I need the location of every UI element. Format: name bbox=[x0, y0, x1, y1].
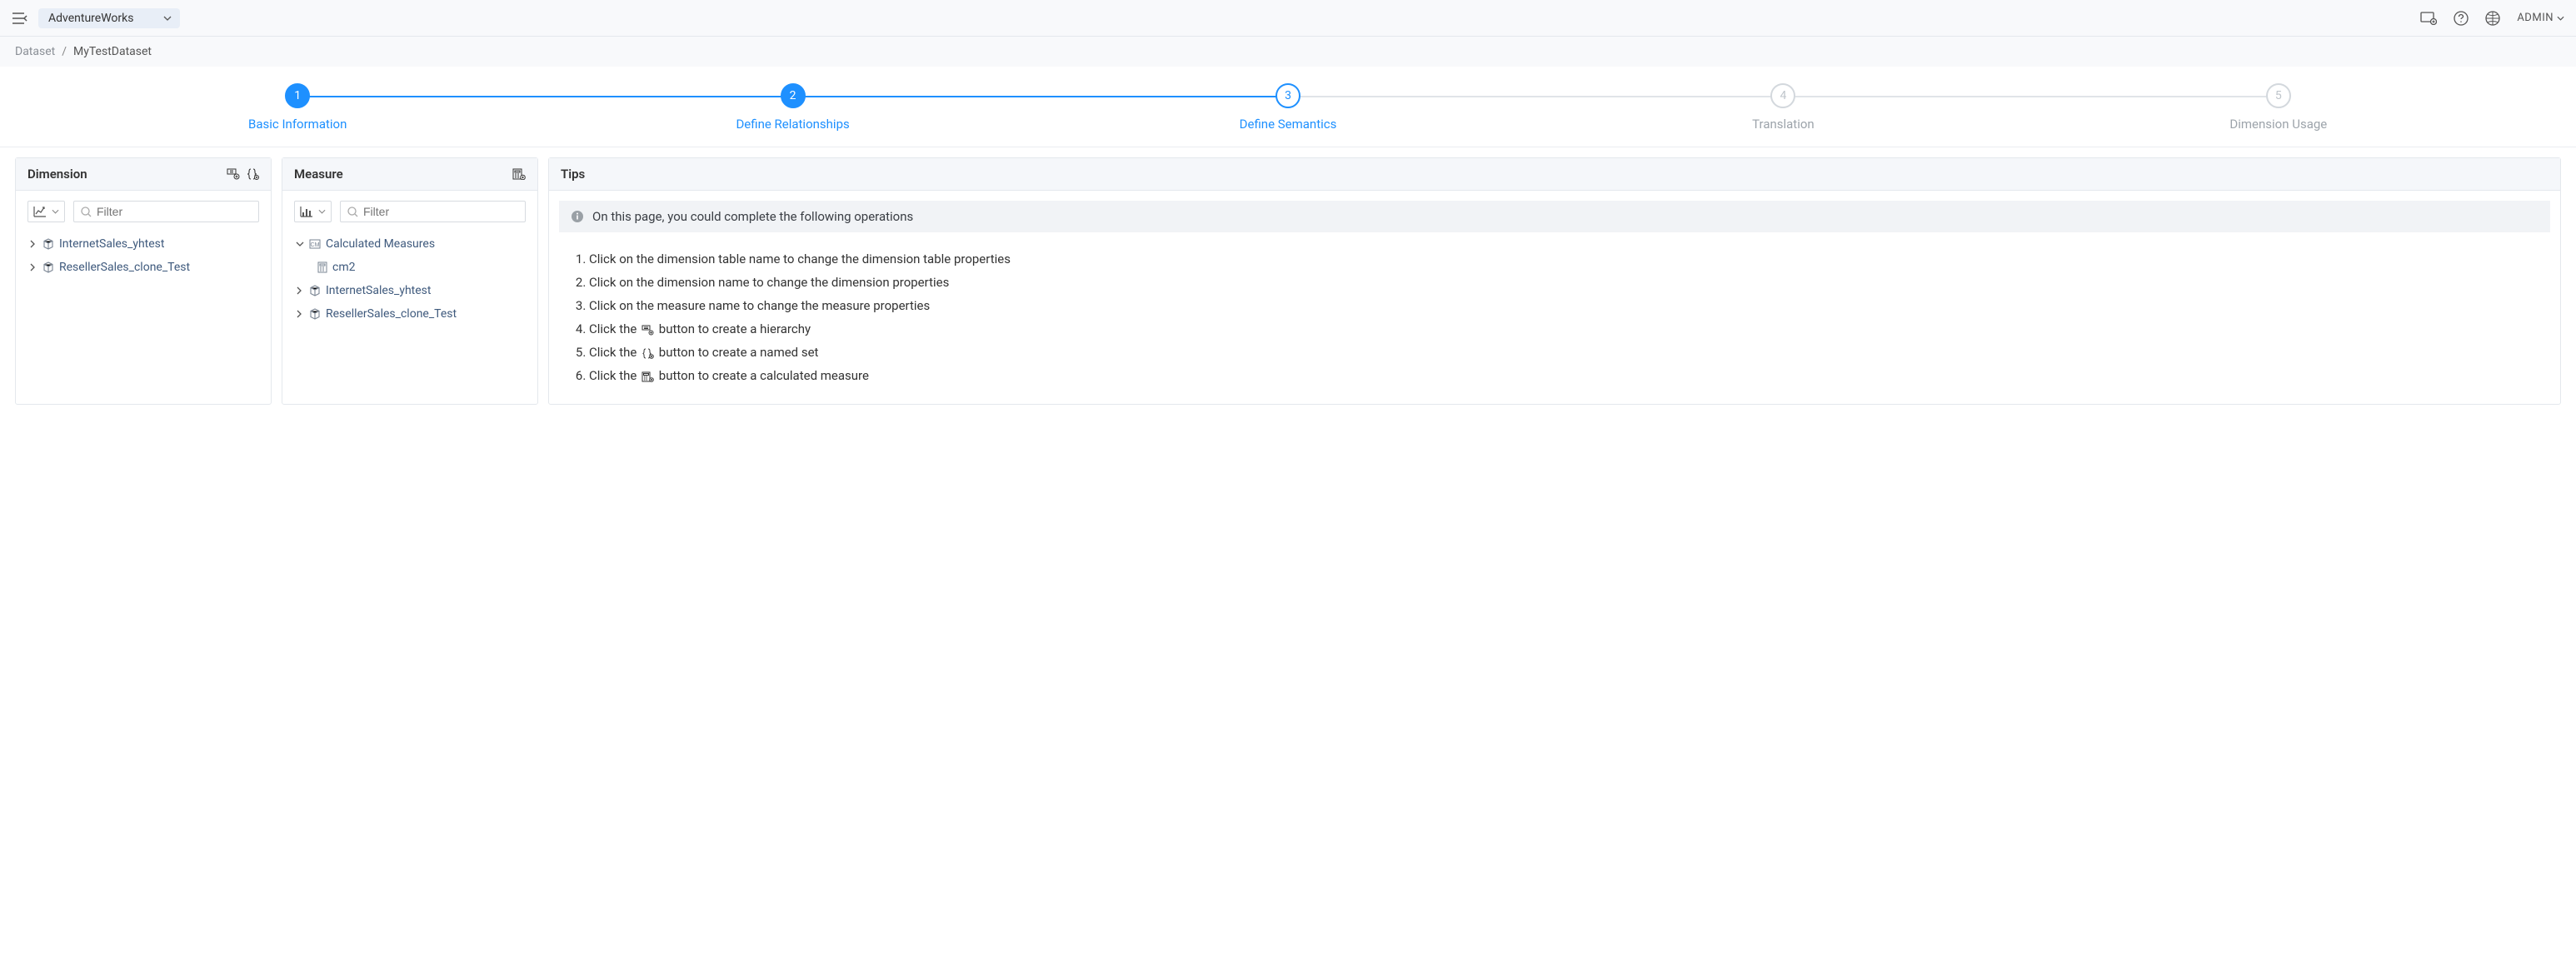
chevron-down-icon bbox=[2557, 16, 2564, 21]
caret-right-icon bbox=[296, 286, 304, 295]
tips-list-item: Click on the dimension table name to cha… bbox=[589, 247, 2537, 271]
tree-item-label: InternetSales_yhtest bbox=[326, 284, 431, 297]
menu-toggle-button[interactable] bbox=[12, 10, 28, 27]
dimension-type-select[interactable] bbox=[27, 201, 65, 222]
breadcrumb-root[interactable]: Dataset bbox=[15, 45, 55, 58]
project-name: AdventureWorks bbox=[48, 12, 133, 25]
step-number: 3 bbox=[1276, 83, 1300, 108]
dimension-panel-header: Dimension bbox=[16, 158, 271, 191]
breadcrumb-current: MyTestDataset bbox=[73, 45, 152, 58]
chevron-down-icon bbox=[163, 16, 172, 21]
user-menu[interactable]: ADMIN bbox=[2517, 12, 2564, 24]
tree-item-label: ResellerSales_clone_Test bbox=[59, 261, 190, 274]
measure-tree-item[interactable]: InternetSales_yhtest bbox=[294, 279, 526, 302]
svg-text:CM: CM bbox=[311, 242, 320, 248]
tips-list-item: Click on the dimension name to change th… bbox=[589, 271, 2537, 294]
cube-icon bbox=[42, 261, 54, 273]
steps-nav: 1 Basic Information 2 Define Relationships 3… bbox=[0, 67, 2576, 147]
tips-list-item: Click the button to create a hierarchy bbox=[589, 317, 2537, 341]
step-3[interactable]: 3 Define Semantics bbox=[1041, 83, 1535, 132]
calcmeasure-icon bbox=[642, 371, 654, 382]
breadcrumb-separator: / bbox=[62, 45, 67, 58]
measure-tree: CM Calculated Measures cm2 InternetSales_yh… bbox=[294, 232, 526, 326]
tips-list: Click on the dimension table name to cha… bbox=[549, 242, 2560, 404]
tips-list-item: Click the button to create a named set bbox=[589, 341, 2537, 364]
dimension-filter[interactable] bbox=[73, 201, 259, 222]
tree-item-label: ResellerSales_clone_Test bbox=[326, 307, 457, 321]
step-number: 4 bbox=[1770, 83, 1795, 108]
dimension-title: Dimension bbox=[27, 167, 87, 182]
tips-list-item: Click on the measure name to change the … bbox=[589, 294, 2537, 317]
dimension-filter-input[interactable] bbox=[97, 205, 252, 218]
step-label: Basic Information bbox=[248, 117, 347, 132]
project-select[interactable]: AdventureWorks bbox=[38, 8, 180, 28]
bar-chart-icon bbox=[300, 206, 313, 217]
dimension-tree: InternetSales_yhtest ResellerSales_clone_… bbox=[27, 232, 259, 279]
cube-icon bbox=[309, 308, 321, 320]
step-1[interactable]: 1 Basic Information bbox=[50, 83, 545, 132]
topbar-right: ADMIN bbox=[2420, 11, 2564, 26]
caret-right-icon bbox=[29, 263, 37, 271]
search-icon bbox=[347, 207, 358, 217]
info-icon bbox=[571, 210, 584, 223]
tips-banner: On this page, you could complete the fol… bbox=[559, 201, 2550, 232]
caret-down-icon bbox=[296, 241, 304, 247]
step-number: 2 bbox=[781, 83, 806, 108]
create-hierarchy-button[interactable] bbox=[227, 168, 240, 180]
caret-right-icon bbox=[29, 240, 37, 248]
step-label: Define Relationships bbox=[736, 117, 849, 132]
hierarchy-icon bbox=[642, 325, 654, 336]
step-number: 5 bbox=[2266, 83, 2291, 108]
step-label: Dimension Usage bbox=[2229, 117, 2327, 132]
measure-filter-input[interactable] bbox=[363, 205, 518, 218]
tips-title: Tips bbox=[561, 167, 585, 182]
tips-panel-header: Tips bbox=[549, 158, 2560, 191]
measure-filter[interactable] bbox=[340, 201, 526, 222]
cm-group-icon: CM bbox=[309, 239, 321, 249]
calculator-icon bbox=[317, 261, 327, 273]
tree-item-label: InternetSales_yhtest bbox=[59, 237, 164, 251]
caret-right-icon bbox=[296, 310, 304, 318]
dimension-panel: Dimension Internet bbox=[15, 157, 272, 405]
content-area: Dimension Internet bbox=[0, 147, 2576, 415]
measure-title: Measure bbox=[294, 167, 343, 182]
line-chart-icon bbox=[33, 206, 47, 217]
create-calcmeasure-button[interactable] bbox=[512, 168, 526, 180]
help-icon[interactable] bbox=[2454, 11, 2469, 26]
diagnostic-icon[interactable] bbox=[2420, 12, 2437, 25]
step-number: 1 bbox=[285, 83, 310, 108]
create-namedset-button[interactable] bbox=[247, 168, 259, 180]
step-5[interactable]: 5 Dimension Usage bbox=[2031, 83, 2526, 132]
tree-item-label: cm2 bbox=[332, 261, 355, 274]
measure-panel-header: Measure bbox=[282, 158, 537, 191]
cube-icon bbox=[42, 238, 54, 250]
step-4[interactable]: 4 Translation bbox=[1535, 83, 2030, 132]
tree-item-label: Calculated Measures bbox=[326, 237, 435, 251]
breadcrumb: Dataset / MyTestDataset bbox=[0, 37, 2576, 67]
chevron-down-icon bbox=[52, 209, 59, 214]
topbar: AdventureWorks ADMIN bbox=[0, 0, 2576, 37]
cube-icon bbox=[309, 285, 321, 296]
step-label: Translation bbox=[1752, 117, 1815, 132]
measure-type-select[interactable] bbox=[294, 201, 332, 222]
step-2[interactable]: 2 Define Relationships bbox=[545, 83, 1040, 132]
dimension-tree-item[interactable]: InternetSales_yhtest bbox=[27, 232, 259, 256]
tips-list-item: Click the button to create a calculated … bbox=[589, 364, 2537, 387]
tips-banner-text: On this page, you could complete the fol… bbox=[592, 209, 913, 224]
calculated-measures-group[interactable]: CM Calculated Measures bbox=[294, 232, 526, 256]
globe-icon[interactable] bbox=[2485, 11, 2500, 26]
namedset-icon bbox=[642, 348, 654, 359]
tips-panel: Tips On this page, you could complete th… bbox=[548, 157, 2561, 405]
measure-panel: Measure CM Calculated Measures cm2 Internet… bbox=[282, 157, 538, 405]
search-icon bbox=[81, 207, 92, 217]
chevron-down-icon bbox=[318, 209, 326, 214]
dimension-tree-item[interactable]: ResellerSales_clone_Test bbox=[27, 256, 259, 279]
calculated-measure-item[interactable]: cm2 bbox=[294, 256, 526, 279]
step-label: Define Semantics bbox=[1240, 117, 1337, 132]
user-label: ADMIN bbox=[2517, 12, 2554, 24]
measure-tree-item[interactable]: ResellerSales_clone_Test bbox=[294, 302, 526, 326]
